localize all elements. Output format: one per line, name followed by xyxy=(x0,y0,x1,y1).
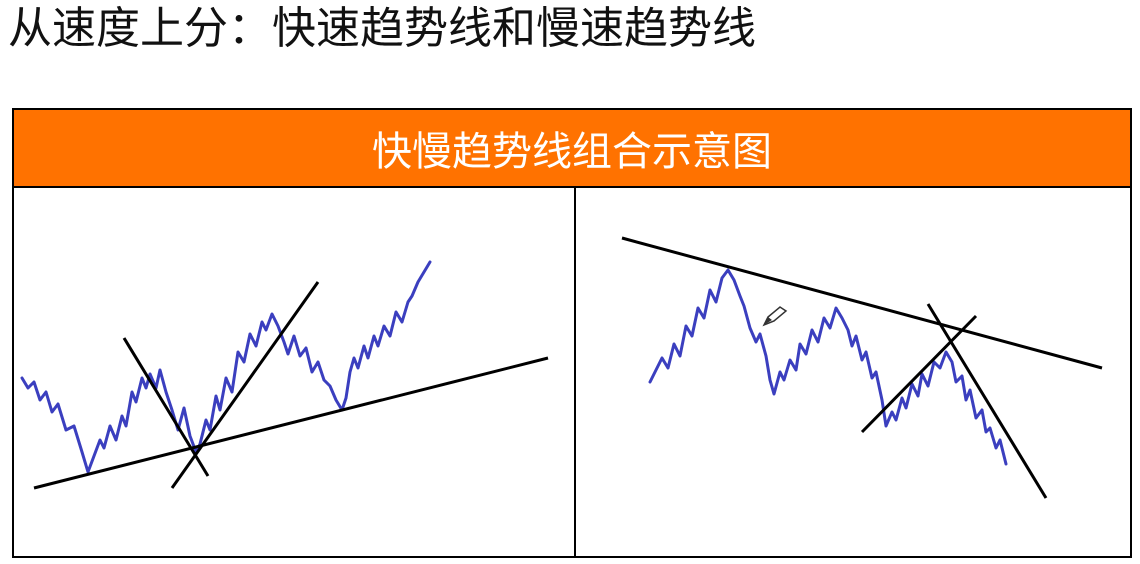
left-slow-support-line xyxy=(33,356,549,490)
right-price-path xyxy=(648,268,1008,466)
trendline-diagram-svg xyxy=(20,236,1103,499)
left-fast-up-line xyxy=(170,281,320,489)
right-slow-resistance-line xyxy=(621,236,1103,370)
right-fast-up-line xyxy=(860,314,978,434)
pen-cursor-icon xyxy=(762,306,788,327)
right-fast-down-line xyxy=(926,303,1048,499)
